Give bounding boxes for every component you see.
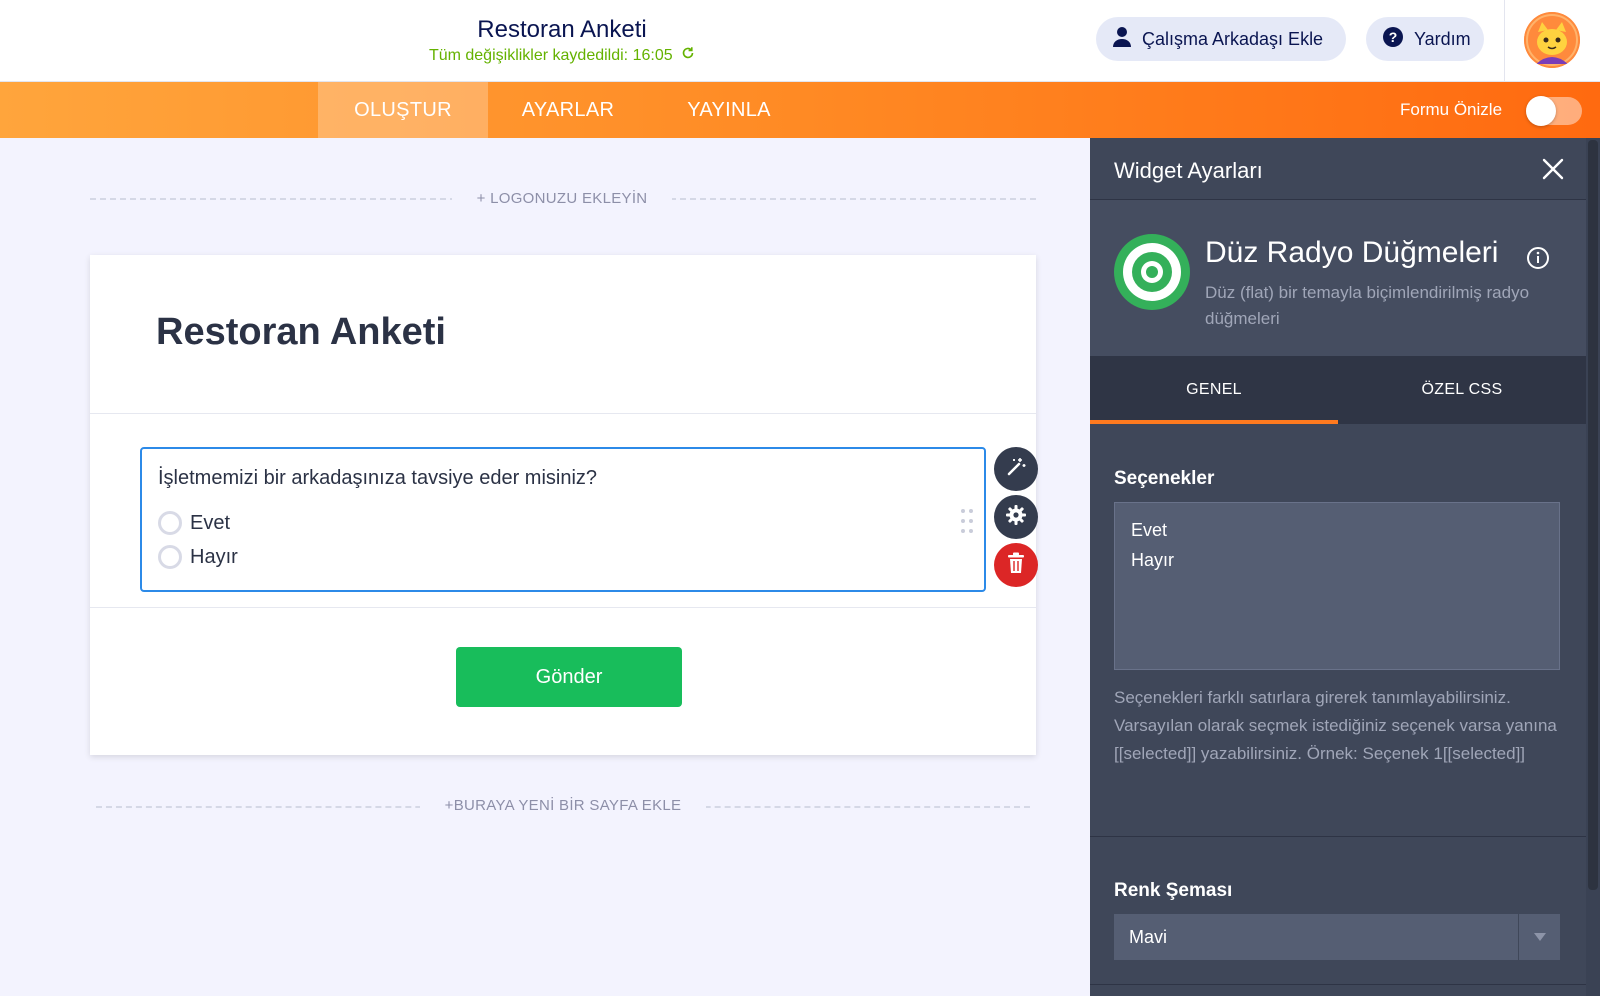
panel-scrollbar-thumb[interactable] [1588, 140, 1598, 890]
magic-wand-icon [1005, 456, 1027, 483]
submit-button[interactable]: Gönder [456, 647, 682, 707]
refresh-icon [681, 46, 695, 65]
add-logo-link[interactable]: + LOGONUZU EKLEYİN [452, 190, 672, 207]
tab-general[interactable]: GENEL [1090, 356, 1338, 424]
panel-title: Widget Ayarları [1114, 158, 1263, 183]
save-status-text: Tüm değişiklikler kaydedildi: 16:05 [428, 47, 673, 64]
question-label[interactable]: İşletmemizi bir arkadaşınıza tavsiye ede… [158, 467, 597, 490]
options-textarea[interactable]: Evet Hayır [1114, 502, 1560, 670]
preview-form-toggle[interactable] [1526, 96, 1582, 126]
tab-publish[interactable]: YAYINLA [664, 82, 794, 138]
submit-divider [90, 607, 1036, 608]
header-divider [1504, 0, 1505, 82]
field-settings-button[interactable] [994, 495, 1038, 539]
radio-button[interactable] [158, 545, 182, 569]
panel-tabs: GENEL ÖZEL CSS [1090, 356, 1586, 424]
drag-handle-icon[interactable] [960, 507, 974, 535]
info-icon[interactable] [1526, 246, 1550, 270]
heading-divider [90, 413, 1036, 414]
builder-nav: OLUŞTUR AYARLAR YAYINLA Formu Önizle [0, 82, 1600, 138]
svg-text:?: ? [1389, 29, 1398, 45]
color-scheme-value: Mavi [1129, 927, 1168, 947]
widget-name: Düz Radyo Düğmeleri [1205, 236, 1499, 269]
panel-header: Widget Ayarları [1090, 138, 1586, 200]
user-icon [1112, 26, 1142, 53]
color-scheme-label: Renk Şeması [1114, 880, 1233, 901]
options-help-text: Seçenekleri farklı satırlara girerek tan… [1114, 688, 1557, 763]
toggle-knob [1526, 96, 1556, 126]
widget-settings-panel: Widget Ayarları Düz Radyo Düğmeleri Düz … [1090, 138, 1586, 996]
radio-option-label: Hayır [190, 545, 238, 568]
preview-form-label: Formu Önizle [1400, 100, 1503, 119]
add-page-link[interactable]: +BURAYA YENİ BİR SAYFA EKLE [420, 797, 706, 814]
top-header: Restoran Anketi Tüm değişiklikler kayded… [0, 0, 1600, 82]
question-field[interactable]: İşletmemizi bir arkadaşınıza tavsiye ede… [140, 447, 986, 592]
trash-icon [1007, 552, 1025, 579]
radio-option-label: Evet [190, 511, 231, 534]
delete-field-button[interactable] [994, 543, 1038, 587]
magic-wand-button[interactable] [994, 447, 1038, 491]
chevron-down-icon[interactable] [1518, 914, 1560, 960]
gear-icon [1005, 504, 1027, 531]
options-line: Hayır [1131, 550, 1175, 570]
help-label: Yardım [1414, 28, 1471, 49]
form-card: Restoran Anketi İşletmemizi bir arkadaşı… [90, 255, 1038, 755]
tab-settings[interactable]: AYARLAR [498, 82, 638, 138]
tab-custom-css[interactable]: ÖZEL CSS [1338, 356, 1586, 424]
radio-button[interactable] [158, 511, 182, 535]
save-status: Tüm değişiklikler kaydedildi: 16:05 [380, 46, 744, 65]
tab-build[interactable]: OLUŞTUR [318, 82, 488, 138]
options-label: Seçenekler [1114, 468, 1215, 489]
section-divider [1090, 836, 1586, 837]
radio-option-no[interactable]: Hayır [158, 545, 238, 569]
panel-bottom-edge [1090, 984, 1586, 996]
avatar[interactable] [1524, 12, 1580, 68]
widget-info-box: Düz Radyo Düğmeleri Düz (flat) bir temay… [1090, 200, 1586, 356]
add-collaborator-label: Çalışma Arkadaşı Ekle [1142, 28, 1324, 49]
widget-description: Düz (flat) bir temayla biçimlendirilmiş … [1205, 283, 1530, 328]
question-circle-icon: ? [1382, 26, 1414, 53]
form-name-title[interactable]: Restoran Anketi [412, 16, 712, 44]
close-icon[interactable] [1540, 156, 1566, 182]
color-scheme-select[interactable]: Mavi [1114, 914, 1560, 960]
form-heading[interactable]: Restoran Anketi [156, 311, 446, 354]
add-collaborator-button[interactable]: Çalışma Arkadaşı Ekle [1096, 17, 1346, 61]
radio-target-icon [1114, 234, 1190, 310]
options-line: Evet [1131, 520, 1168, 540]
help-button[interactable]: ? Yardım [1366, 17, 1484, 61]
radio-option-yes[interactable]: Evet [158, 511, 230, 535]
